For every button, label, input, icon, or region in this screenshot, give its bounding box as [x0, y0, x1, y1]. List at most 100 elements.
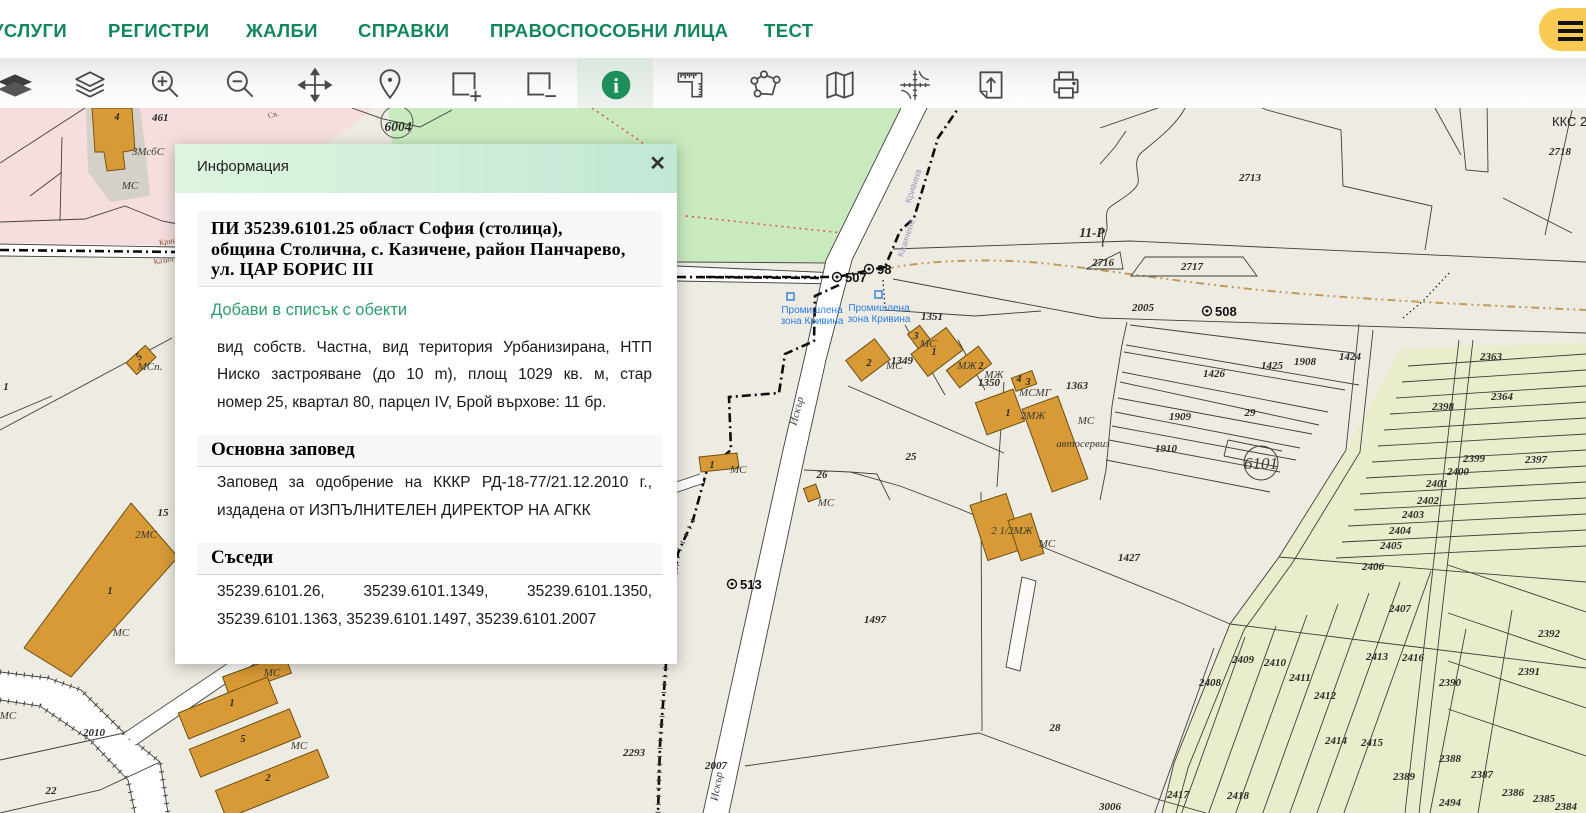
svg-text:2415: 2415 [1360, 737, 1384, 749]
svg-text:1: 1 [710, 460, 715, 471]
svg-text:2386: 2386 [1501, 787, 1525, 799]
svg-text:2406: 2406 [1361, 561, 1385, 573]
svg-text:25: 25 [905, 451, 918, 463]
svg-text:3: 3 [913, 331, 919, 342]
svg-text:2: 2 [978, 361, 984, 372]
svg-text:1: 1 [3, 381, 9, 393]
svg-text:МС: МС [0, 710, 17, 722]
svg-text:3006: 3006 [1098, 801, 1122, 813]
svg-text:МСМГ: МСМГ [1018, 387, 1052, 399]
svg-text:513: 513 [740, 577, 762, 592]
svg-text:2410: 2410 [1263, 657, 1287, 669]
svg-text:ККС 2: ККС 2 [1552, 114, 1586, 129]
svg-text:2 1/2МЖ: 2 1/2МЖ [991, 525, 1033, 537]
svg-text:2005: 2005 [1131, 302, 1155, 314]
svg-text:2363: 2363 [1479, 351, 1503, 363]
svg-text:6004: 6004 [385, 119, 412, 134]
svg-text:2384: 2384 [1554, 801, 1578, 813]
svg-text:2494: 2494 [1438, 797, 1462, 809]
svg-text:98: 98 [877, 262, 891, 277]
svg-text:2МС: 2МС [135, 529, 158, 541]
svg-text:автосервиз: автосервиз [1056, 438, 1109, 450]
svg-text:зона Кривина: зона Кривина [848, 314, 911, 325]
svg-text:1427: 1427 [1118, 552, 1141, 564]
svg-text:2293: 2293 [622, 747, 646, 759]
svg-text:29: 29 [1244, 407, 1257, 419]
svg-text:4: 4 [1016, 374, 1022, 385]
svg-text:i: i [613, 73, 619, 97]
svg-text:МС: МС [919, 338, 937, 350]
svg-text:2402: 2402 [1416, 495, 1440, 507]
svg-text:26: 26 [816, 469, 829, 481]
svg-text:2418: 2418 [1226, 790, 1250, 802]
svg-text:2385: 2385 [1532, 793, 1556, 805]
svg-text:2388: 2388 [1438, 753, 1462, 765]
svg-text:28: 28 [1049, 722, 1062, 734]
svg-text:1497: 1497 [864, 614, 887, 626]
svg-text:1349: 1349 [891, 355, 914, 367]
svg-text:МС: МС [1038, 538, 1056, 550]
svg-text:1425: 1425 [1261, 360, 1284, 372]
svg-text:2400: 2400 [1446, 466, 1470, 478]
svg-text:507: 507 [845, 270, 867, 285]
svg-text:2409: 2409 [1231, 654, 1255, 666]
svg-text:1910: 1910 [1155, 443, 1178, 455]
svg-text:Промишлена: Промишлена [848, 303, 910, 314]
svg-text:2391: 2391 [1517, 666, 1540, 678]
svg-text:2713: 2713 [1238, 172, 1262, 184]
svg-text:МС: МС [817, 497, 835, 509]
svg-text:2392: 2392 [1537, 628, 1561, 640]
svg-text:МС: МС [263, 667, 281, 679]
svg-text:2416: 2416 [1401, 652, 1425, 664]
svg-text:2718: 2718 [1548, 146, 1572, 158]
svg-text:2413: 2413 [1365, 651, 1389, 663]
svg-text:МС: МС [729, 464, 747, 476]
svg-text:зона Кривина: зона Кривина [781, 316, 844, 327]
svg-text:2417: 2417 [1166, 789, 1190, 801]
svg-text:2389: 2389 [1392, 771, 1416, 783]
svg-text:1: 1 [108, 586, 113, 597]
svg-text:2401: 2401 [1425, 478, 1448, 490]
svg-text:508: 508 [1215, 304, 1237, 319]
svg-text:2398: 2398 [1431, 401, 1455, 413]
svg-text:1909: 1909 [1169, 411, 1192, 423]
svg-text:15: 15 [158, 507, 170, 519]
svg-text:2: 2 [866, 358, 872, 369]
svg-text:2007: 2007 [704, 760, 728, 772]
svg-text:ЗМсбС: ЗМсбС [132, 146, 165, 158]
svg-text:2405: 2405 [1379, 540, 1403, 552]
svg-text:1426: 1426 [1203, 368, 1226, 380]
svg-text:2387: 2387 [1470, 769, 1494, 781]
svg-text:МС: МС [121, 180, 139, 192]
svg-text:2403: 2403 [1401, 509, 1425, 521]
svg-text:МС: МС [1077, 415, 1095, 427]
svg-text:22: 22 [45, 785, 58, 797]
svg-text:1351: 1351 [921, 311, 943, 323]
svg-text:461: 461 [151, 112, 169, 124]
svg-text:1908: 1908 [1294, 356, 1317, 368]
svg-text:2412: 2412 [1313, 690, 1337, 702]
svg-text:4: 4 [114, 112, 120, 123]
svg-text:1363: 1363 [1066, 380, 1089, 392]
svg-text:2399: 2399 [1462, 453, 1486, 465]
svg-text:МСп.: МСп. [137, 361, 163, 373]
svg-text:2390: 2390 [1438, 677, 1462, 689]
svg-text:6101: 6101 [1244, 454, 1278, 473]
svg-text:2717: 2717 [1180, 261, 1204, 273]
svg-text:5: 5 [241, 734, 246, 745]
svg-text:2364: 2364 [1490, 391, 1514, 403]
svg-text:2: 2 [265, 773, 271, 784]
svg-text:2414: 2414 [1324, 735, 1348, 747]
svg-text:2МЖ: 2МЖ [1021, 410, 1047, 422]
svg-text:2407: 2407 [1388, 603, 1412, 615]
svg-text:2404: 2404 [1388, 525, 1412, 537]
svg-text:1: 1 [230, 698, 235, 709]
svg-text:2408: 2408 [1198, 677, 1222, 689]
svg-text:МС: МС [290, 740, 308, 752]
svg-text:МС: МС [112, 627, 130, 639]
svg-text:1424: 1424 [1339, 351, 1362, 363]
svg-text:Промишлена: Промишлена [781, 305, 843, 316]
svg-text:2716: 2716 [1091, 257, 1115, 269]
svg-text:2397: 2397 [1524, 454, 1548, 466]
svg-text:1350: 1350 [978, 377, 1001, 389]
